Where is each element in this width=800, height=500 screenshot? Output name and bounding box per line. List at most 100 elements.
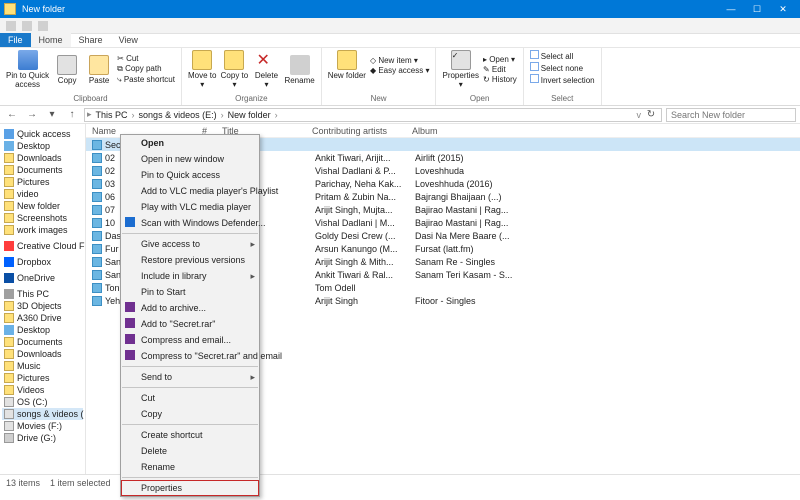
tree-item[interactable]: Downloads xyxy=(2,152,83,164)
tree-item[interactable]: Downloads xyxy=(2,348,83,360)
maximize-button[interactable]: ☐ xyxy=(744,0,770,18)
tree-item[interactable]: Documents xyxy=(2,336,83,348)
ctx-restore[interactable]: Restore previous versions xyxy=(121,252,259,268)
recent-button[interactable]: ▾ xyxy=(44,109,60,120)
ctx-compress-rar-email[interactable]: Compress to "Secret.rar" and email xyxy=(121,348,259,364)
tree-item[interactable]: work images xyxy=(2,224,83,236)
ctx-properties[interactable]: Properties xyxy=(121,480,259,496)
new-folder-button[interactable]: New folder xyxy=(328,50,366,80)
easy-access-button[interactable]: ◆ Easy access ▾ xyxy=(370,66,430,75)
back-button[interactable]: ← xyxy=(4,109,20,120)
qat-icon[interactable] xyxy=(22,21,32,31)
pin-quick-access-button[interactable]: Pin to Quickaccess xyxy=(6,50,49,89)
ctx-defender[interactable]: Scan with Windows Defender... xyxy=(121,215,259,231)
tree-item[interactable]: Pictures xyxy=(2,372,83,384)
tree-label: songs & videos ( xyxy=(17,409,84,419)
refresh-button[interactable]: ↻ xyxy=(643,109,659,120)
file-artist: Vishal Dadlani | M... xyxy=(315,218,415,228)
close-button[interactable]: ✕ xyxy=(770,0,796,18)
tree-item[interactable]: OS (C:) xyxy=(2,396,83,408)
copy-path-button[interactable]: ⧉ Copy path xyxy=(117,64,175,74)
address-bar[interactable]: ▸ This PC› songs & videos (E:)› New fold… xyxy=(84,108,662,122)
tree-view[interactable]: Quick accessDesktopDownloadsDocumentsPic… xyxy=(0,124,86,474)
tree-item[interactable]: Movies (F:) xyxy=(2,420,83,432)
tree-item[interactable]: OneDrive xyxy=(2,272,83,284)
minimize-button[interactable]: ― xyxy=(718,0,744,18)
ctx-open-new-window[interactable]: Open in new window xyxy=(121,151,259,167)
col-album[interactable]: Album xyxy=(412,126,532,136)
properties-button[interactable]: ✓Properties▾ xyxy=(442,50,478,89)
tree-icon xyxy=(4,129,14,139)
forward-button[interactable]: → xyxy=(24,109,40,120)
ctx-add-archive[interactable]: Add to archive... xyxy=(121,300,259,316)
tree-item[interactable]: This PC xyxy=(2,288,83,300)
ctx-pin-qa[interactable]: Pin to Quick access xyxy=(121,167,259,183)
open-button[interactable]: ▸ Open ▾ xyxy=(483,55,517,64)
ctx-add-rar[interactable]: Add to "Secret.rar" xyxy=(121,316,259,332)
tree-item[interactable]: Screenshots xyxy=(2,212,83,224)
copy-button[interactable]: Copy xyxy=(53,55,81,85)
history-button[interactable]: ↻ History xyxy=(483,75,517,84)
tree-item[interactable]: Creative Cloud Fil xyxy=(2,240,83,252)
tree-icon xyxy=(4,373,14,383)
tree-item[interactable]: Desktop xyxy=(2,324,83,336)
rename-button[interactable]: Rename xyxy=(284,55,314,85)
cut-button[interactable]: ✂ Cut xyxy=(117,54,175,63)
tree-item[interactable]: Quick access xyxy=(2,128,83,140)
col-contrib[interactable]: Contributing artists xyxy=(312,126,412,136)
file-artist: Goldy Desi Crew (... xyxy=(315,231,415,241)
tree-item[interactable]: Desktop xyxy=(2,140,83,152)
ctx-send-to[interactable]: Send to▸ xyxy=(121,369,259,385)
ctx-pin-start[interactable]: Pin to Start xyxy=(121,284,259,300)
ctx-copy[interactable]: Copy xyxy=(121,406,259,422)
ctx-include-library[interactable]: Include in library▸ xyxy=(121,268,259,284)
edit-button[interactable]: ✎ Edit xyxy=(483,65,517,74)
archive-icon xyxy=(125,350,135,360)
ctx-rename[interactable]: Rename xyxy=(121,459,259,475)
delete-button[interactable]: ✕Delete▾ xyxy=(252,50,280,89)
tree-item[interactable]: Music xyxy=(2,360,83,372)
tab-file[interactable]: File xyxy=(0,33,31,47)
tree-item[interactable]: video xyxy=(2,188,83,200)
copy-to-button[interactable]: Copy to▾ xyxy=(220,50,248,89)
tree-icon xyxy=(4,337,14,347)
tab-share[interactable]: Share xyxy=(71,33,111,47)
tab-home[interactable]: Home xyxy=(31,33,71,47)
new-item-button[interactable]: ◇ New item ▾ xyxy=(370,56,430,65)
file-icon xyxy=(92,244,102,254)
ctx-open[interactable]: Open xyxy=(121,135,259,151)
breadcrumb[interactable]: This PC xyxy=(94,110,130,120)
ctx-vlc-playlist[interactable]: Add to VLC media player's Playlist xyxy=(121,183,259,199)
tree-item[interactable]: Pictures xyxy=(2,176,83,188)
breadcrumb[interactable]: New folder xyxy=(226,110,273,120)
invert-selection-button[interactable]: Invert selection xyxy=(530,74,595,85)
ctx-give-access[interactable]: Give access to▸ xyxy=(121,236,259,252)
up-button[interactable]: ↑ xyxy=(64,109,80,120)
tree-label: Desktop xyxy=(17,141,50,151)
tree-item[interactable]: New folder xyxy=(2,200,83,212)
ctx-create-shortcut[interactable]: Create shortcut xyxy=(121,427,259,443)
tree-item[interactable]: Documents xyxy=(2,164,83,176)
qat-icon[interactable] xyxy=(38,21,48,31)
move-to-button[interactable]: Move to▾ xyxy=(188,50,216,89)
paste-button[interactable]: Paste xyxy=(85,55,113,85)
tree-item[interactable]: Drive (G:) xyxy=(2,432,83,444)
tree-item[interactable]: A360 Drive xyxy=(2,312,83,324)
tree-item[interactable]: Videos xyxy=(2,384,83,396)
breadcrumb[interactable]: songs & videos (E:) xyxy=(137,110,219,120)
select-none-button[interactable]: Select none xyxy=(530,62,595,73)
ctx-cut[interactable]: Cut xyxy=(121,390,259,406)
paste-shortcut-button[interactable]: ⤷ Paste shortcut xyxy=(117,75,175,85)
tree-item[interactable]: songs & videos ( xyxy=(2,408,83,420)
ctx-compress-email[interactable]: Compress and email... xyxy=(121,332,259,348)
tree-label: Dropbox xyxy=(17,257,51,267)
search-input[interactable] xyxy=(666,108,796,122)
ctx-vlc-play[interactable]: Play with VLC media player xyxy=(121,199,259,215)
file-icon xyxy=(92,205,102,215)
tree-item[interactable]: Dropbox xyxy=(2,256,83,268)
qat-icon[interactable] xyxy=(6,21,16,31)
ctx-delete[interactable]: Delete xyxy=(121,443,259,459)
tab-view[interactable]: View xyxy=(111,33,146,47)
tree-item[interactable]: 3D Objects xyxy=(2,300,83,312)
select-all-button[interactable]: Select all xyxy=(530,50,595,61)
